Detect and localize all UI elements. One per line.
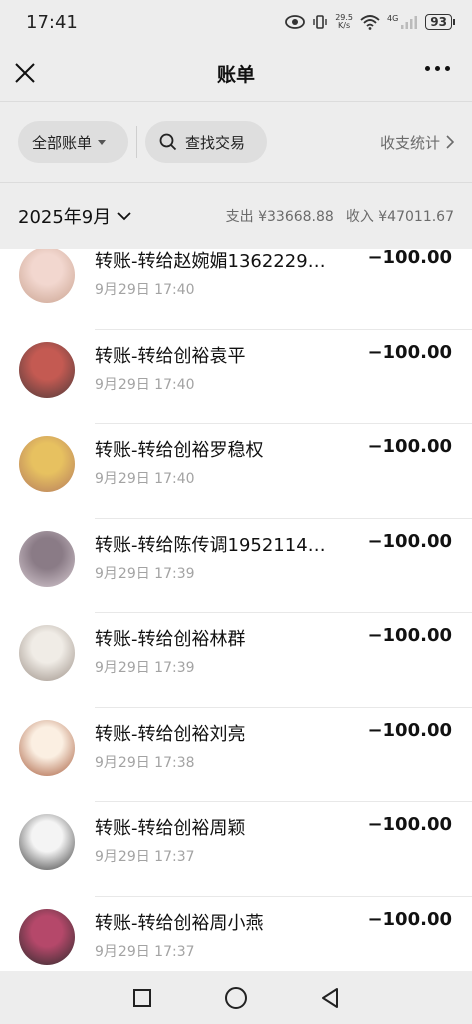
month-label: 2025年9月 (18, 207, 112, 228)
transaction-amount: −100.00 (367, 436, 452, 457)
transaction-title: 转账-转给赵婉媚1362229… (95, 251, 326, 272)
net-speed-unit: K/s (338, 21, 351, 30)
circle-icon (225, 986, 247, 1009)
vibrate-icon (313, 15, 327, 29)
transaction-item[interactable]: 转账-转给创裕刘亮 9月29日 17:38 −100.00 (0, 708, 472, 802)
transaction-title: 转账-转给创裕罗稳权 (95, 440, 264, 461)
more-button[interactable] (421, 62, 454, 75)
transaction-amount: −100.00 (367, 719, 452, 741)
transaction-item[interactable]: 转账-转给创裕袁平 9月29日 17:40 −100.00 (0, 330, 472, 424)
all-bills-filter[interactable]: 全部账单 (18, 121, 128, 163)
wifi-icon (360, 14, 380, 30)
income-total: 收入 ¥47011.67 (345, 209, 454, 225)
transaction-title: 转账-转给创裕刘亮 (95, 723, 246, 745)
transaction-time: 9月29日 17:37 (95, 849, 195, 865)
nav-bar: 账单 (0, 44, 472, 102)
avatar (19, 436, 75, 492)
chevron-down-icon (117, 211, 131, 220)
month-selector[interactable]: 2025年9月 (18, 203, 131, 229)
avatar (19, 530, 75, 587)
transaction-amount: −100.00 (367, 814, 452, 835)
transaction-item[interactable]: 转账-转给陈传调1952114… 9月29日 17:39 −100.00 (0, 519, 472, 613)
avatar (19, 908, 75, 965)
page-title: 账单 (216, 63, 255, 86)
caret-down-icon (98, 139, 107, 145)
search-label: 查找交易 (185, 133, 246, 152)
transaction-time: 9月29日 17:40 (95, 282, 195, 298)
square-icon (133, 988, 151, 1007)
network-type: 4G (387, 13, 399, 23)
transaction-title: 转账-转给创裕林群 (95, 629, 246, 650)
close-icon (15, 63, 35, 83)
transaction-time: 9月29日 17:39 (95, 660, 195, 676)
transaction-title: 转账-转给创裕袁平 (95, 345, 246, 367)
signal-icon (401, 16, 418, 29)
stats-label: 收支统计 (379, 133, 440, 152)
more-dot-icon (425, 66, 430, 71)
transaction-item[interactable]: 转账-转给创裕罗稳权 9月29日 17:40 −100.00 (0, 424, 472, 519)
transaction-item[interactable]: 转账-转给创裕周小燕 9月29日 17:37 −100.00 (0, 897, 472, 972)
recent-apps-button[interactable] (128, 984, 156, 1012)
transaction-item[interactable]: 转账-转给创裕林群 9月29日 17:39 −100.00 (0, 613, 472, 708)
transaction-amount: −100.00 (367, 341, 452, 363)
net-speed: 29.5 K/s (335, 14, 353, 30)
transaction-amount: −100.00 (367, 625, 452, 646)
status-bar: 17:41 29.5 K/s 4G 93 (0, 0, 472, 44)
chevron-right-icon (446, 135, 454, 149)
transaction-time: 9月29日 17:40 (95, 376, 195, 393)
more-dot-icon (435, 66, 440, 71)
month-summary: 支出 ¥33668.88 收入 ¥47011.67 (226, 206, 454, 226)
transaction-time: 9月29日 17:39 (95, 565, 195, 582)
transaction-time: 9月29日 17:37 (95, 943, 195, 960)
close-button[interactable] (12, 60, 38, 86)
transaction-title: 转账-转给陈传调1952114… (95, 534, 326, 556)
triangle-back-icon (322, 987, 338, 1008)
search-transactions-button[interactable]: 查找交易 (145, 121, 267, 163)
battery-indicator: 93 (425, 14, 455, 30)
stats-link[interactable]: 收支统计 (380, 132, 454, 153)
transaction-amount: −100.00 (367, 530, 452, 552)
avatar (19, 341, 75, 398)
transaction-amount: −100.00 (367, 908, 452, 930)
transaction-time: 9月29日 17:38 (95, 754, 195, 771)
month-row: 2025年9月 支出 ¥33668.88 收入 ¥47011.67 (0, 183, 472, 249)
transaction-title: 转账-转给创裕周颖 (95, 818, 246, 839)
avatar (19, 625, 75, 681)
transaction-list: 转账-转给赵婉媚1362229… 9月29日 17:40 −100.00 转账-转给创… (0, 249, 472, 971)
transaction-amount: −100.00 (367, 249, 452, 268)
eye-icon (285, 15, 306, 29)
avatar (19, 719, 75, 776)
status-icons: 29.5 K/s 4G 93 (285, 13, 455, 30)
avatar (19, 249, 75, 303)
expense-total: 支出 ¥33668.88 (225, 209, 334, 225)
home-button[interactable] (222, 984, 250, 1012)
filter-separator (136, 126, 137, 158)
avatar (19, 814, 75, 870)
transaction-time: 9月29日 17:40 (95, 471, 195, 487)
transaction-item[interactable]: 转账-转给创裕周颖 9月29日 17:37 −100.00 (0, 802, 472, 897)
filter-row: 全部账单 查找交易 收支统计 (0, 102, 472, 182)
back-button[interactable] (316, 984, 344, 1012)
transaction-item[interactable]: 转账-转给赵婉媚1362229… 9月29日 17:40 −100.00 (0, 249, 472, 330)
more-dot-icon (445, 66, 450, 71)
transaction-title: 转账-转给创裕周小燕 (95, 912, 264, 934)
search-icon (159, 133, 177, 151)
status-time: 17:41 (26, 11, 78, 33)
all-bills-label: 全部账单 (32, 133, 93, 152)
system-nav-bar (0, 971, 472, 1024)
